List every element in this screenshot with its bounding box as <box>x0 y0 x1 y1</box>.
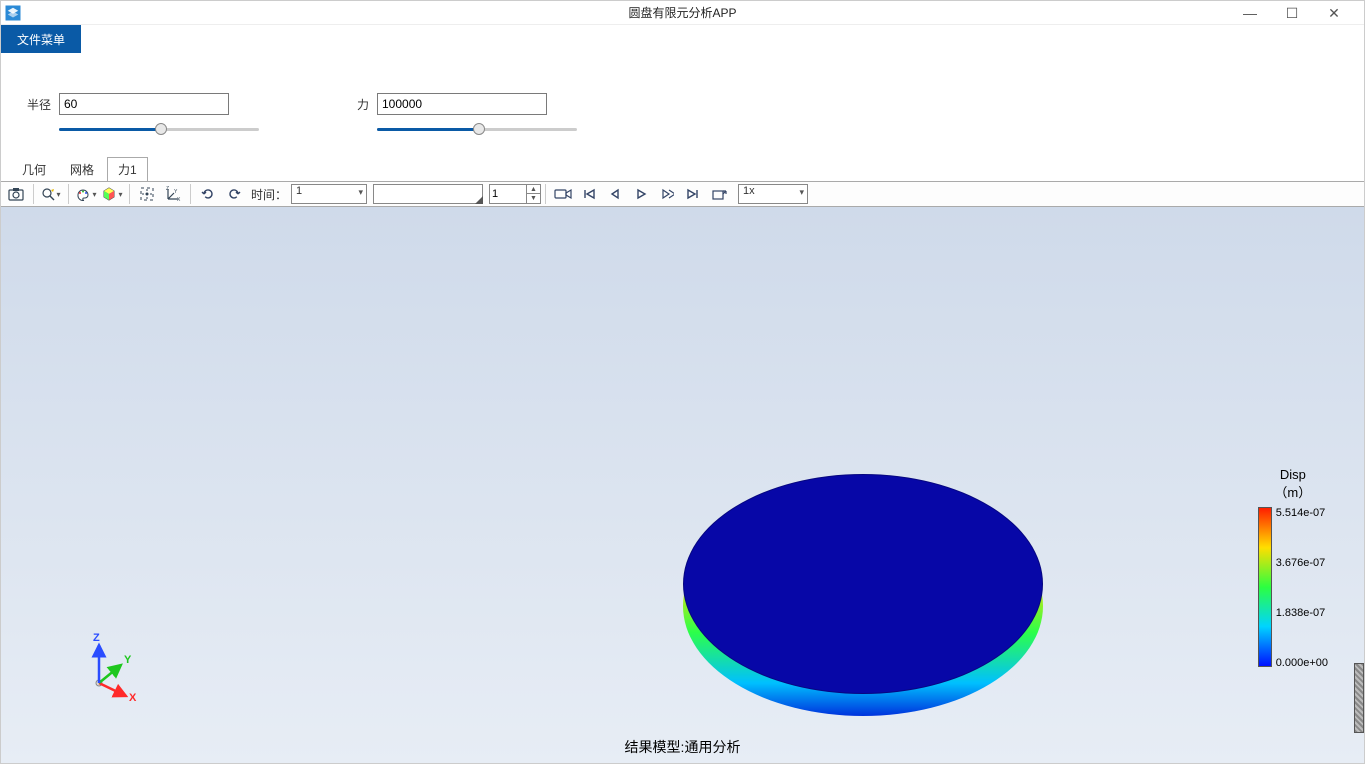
time-spinner[interactable]: ▲ ▼ <box>489 184 541 204</box>
fit-view-button[interactable] <box>134 183 160 205</box>
legend-colorbar <box>1258 507 1272 667</box>
title-bar: 圆盘有限元分析APP — ☐ ✕ <box>1 1 1364 25</box>
legend-tick: 3.676e-07 <box>1276 557 1328 569</box>
palette-dropdown[interactable]: ▾ <box>73 183 99 205</box>
tab-mesh[interactable]: 网格 <box>59 157 105 181</box>
time-spinner-down[interactable]: ▼ <box>526 194 540 203</box>
tab-row: 几何 网格 力1 <box>1 157 1364 181</box>
force-label: 力 <box>339 96 369 113</box>
time-combo-value: 1 <box>296 185 302 197</box>
viewport-footer-label: 结果模型:通用分析 <box>625 737 741 757</box>
next-frame-button[interactable] <box>654 183 680 205</box>
time-spinner-input[interactable] <box>490 185 526 203</box>
tab-force1[interactable]: 力1 <box>107 157 148 181</box>
zoom-dropdown[interactable]: ▾ <box>38 183 64 205</box>
window-title: 圆盘有限元分析APP <box>628 4 736 21</box>
menu-bar: 文件菜单 <box>1 25 1364 53</box>
screenshot-button[interactable] <box>3 183 29 205</box>
time-spinner-up[interactable]: ▲ <box>526 185 540 194</box>
axis-triad: X Y Z <box>71 623 161 713</box>
legend-tick: 5.514e-07 <box>1276 507 1328 519</box>
svg-text:Z: Z <box>166 186 169 192</box>
color-legend: Disp （m） 5.514e-07 3.676e-07 1.838e-07 0… <box>1258 467 1328 669</box>
speed-combo-value: 1x <box>743 185 755 197</box>
axis-x-label: X <box>129 692 137 704</box>
rotate-cw-button[interactable] <box>195 183 221 205</box>
radius-input[interactable] <box>59 93 229 115</box>
force-slider[interactable] <box>377 121 577 137</box>
axis-z-label: Z <box>93 632 100 644</box>
svg-text:X: X <box>177 197 181 202</box>
tab-geometry[interactable]: 几何 <box>11 157 57 181</box>
maximize-button[interactable]: ☐ <box>1286 7 1298 19</box>
cube-dropdown[interactable]: ▾ <box>99 183 125 205</box>
viewport-toolbar: ▾ ▾ ▾ Z XY 时间： 1 ▾ <box>1 181 1364 207</box>
legend-unit: （m） <box>1258 482 1328 501</box>
export-anim-button[interactable] <box>706 183 732 205</box>
legend-ticks: 5.514e-07 3.676e-07 1.838e-07 0.000e+00 <box>1276 507 1328 669</box>
parameter-panel: 半径 力 <box>1 53 1364 157</box>
minimize-button[interactable]: — <box>1244 7 1256 19</box>
svg-text:Y: Y <box>174 189 178 195</box>
prev-frame-button[interactable] <box>602 183 628 205</box>
timeline-track[interactable] <box>373 184 483 204</box>
play-button[interactable] <box>628 183 654 205</box>
rotate-ccw-button[interactable] <box>221 183 247 205</box>
legend-title: Disp <box>1258 467 1328 482</box>
legend-tick: 0.000e+00 <box>1276 657 1328 669</box>
radius-slider[interactable] <box>59 121 259 137</box>
legend-tick: 1.838e-07 <box>1276 607 1328 619</box>
last-frame-button[interactable] <box>680 183 706 205</box>
side-grip[interactable] <box>1354 663 1364 733</box>
record-button[interactable] <box>550 183 576 205</box>
viewport-3d[interactable]: X Y Z Disp （m） 5.514e-07 3.676e-07 1.838… <box>1 207 1364 763</box>
first-frame-button[interactable] <box>576 183 602 205</box>
menu-file[interactable]: 文件菜单 <box>1 25 81 53</box>
time-combo[interactable]: 1 ▾ <box>291 184 367 204</box>
axis-y-label: Y <box>124 654 132 666</box>
axis-view-button[interactable]: Z XY <box>160 183 186 205</box>
close-button[interactable]: ✕ <box>1328 7 1340 19</box>
time-label: 时间： <box>251 186 287 203</box>
force-input[interactable] <box>377 93 547 115</box>
speed-combo[interactable]: 1x ▾ <box>738 184 808 204</box>
radius-label: 半径 <box>21 96 51 113</box>
app-icon <box>1 1 25 25</box>
